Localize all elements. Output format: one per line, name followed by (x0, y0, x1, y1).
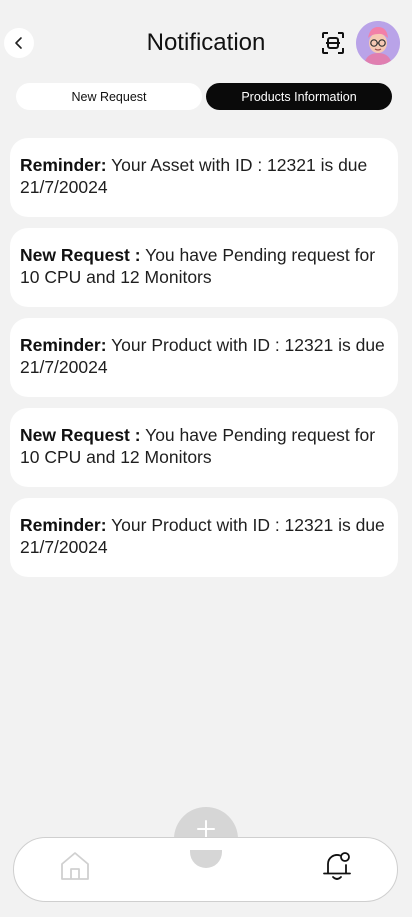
notification-tag: New Request : (20, 425, 141, 445)
scan-button[interactable] (321, 31, 345, 55)
notification-card[interactable]: Reminder: Your Product with ID : 12321 i… (10, 318, 398, 397)
notification-tag: New Request : (20, 245, 141, 265)
avatar[interactable] (356, 21, 400, 65)
home-icon (61, 852, 89, 880)
notifications-button[interactable] (320, 849, 354, 883)
notification-card[interactable]: New Request : You have Pending request f… (10, 408, 398, 487)
notification-tag: Reminder: (20, 335, 107, 355)
notification-tag: Reminder: (20, 515, 107, 535)
scan-icon (322, 32, 344, 54)
tab-products-information[interactable]: Products Information (206, 83, 392, 110)
tab-new-request[interactable]: New Request (16, 83, 202, 110)
bell-icon (323, 852, 351, 880)
plus-icon (197, 820, 215, 838)
notification-screen: Notification New Request Products Inform… (0, 0, 412, 917)
notification-card[interactable]: New Request : You have Pending request f… (10, 228, 398, 307)
notification-card[interactable]: Reminder: Your Product with ID : 12321 i… (10, 498, 398, 577)
page-title: Notification (146, 29, 266, 56)
notification-tag: Reminder: (20, 155, 107, 175)
user-avatar-icon (356, 21, 400, 65)
notification-card[interactable]: Reminder: Your Asset with ID : 12321 is … (10, 138, 398, 217)
home-button[interactable] (59, 850, 91, 882)
